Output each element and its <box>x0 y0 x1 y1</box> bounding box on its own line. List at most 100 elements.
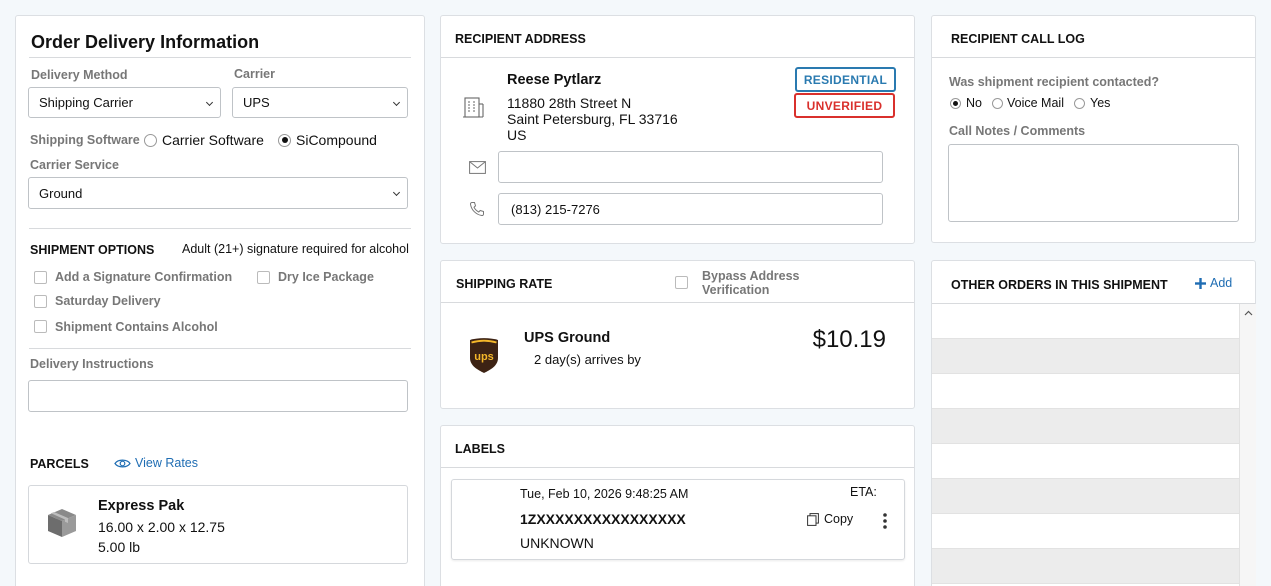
dry-ice-checkbox[interactable] <box>257 271 270 284</box>
chevron-up-icon[interactable] <box>1244 310 1253 316</box>
shipping-software-label: Shipping Software <box>30 133 140 147</box>
list-item[interactable] <box>932 409 1239 444</box>
parcel-dimensions: 16.00 x 2.00 x 12.75 <box>98 519 225 535</box>
list-item[interactable] <box>932 374 1239 409</box>
contacted-question: Was shipment recipient contacted? <box>949 75 1159 89</box>
delivery-instructions-input[interactable] <box>28 380 408 412</box>
delivery-instructions-label: Delivery Instructions <box>30 357 154 371</box>
list-item[interactable] <box>932 479 1239 514</box>
software-option-carrier[interactable]: Carrier Software <box>144 132 264 148</box>
radio-no[interactable] <box>950 97 961 109</box>
rate-price: $10.19 <box>812 326 886 353</box>
other-orders-panel: OTHER ORDERS IN THIS SHIPMENT Add <box>931 260 1256 586</box>
contacted-option-no[interactable]: No <box>950 96 982 110</box>
radio-carrier-software[interactable] <box>144 133 157 147</box>
copy-label: Copy <box>824 512 854 526</box>
contacted-option-yes[interactable]: Yes <box>1074 96 1110 110</box>
ups-logo-icon: ups <box>470 338 498 373</box>
software-option-sicompound-label: SiCompound <box>296 132 377 148</box>
recipient-street: 11880 28th Street N <box>507 95 632 111</box>
list-item[interactable] <box>932 304 1239 339</box>
radio-voice-mail[interactable] <box>992 97 1003 109</box>
carrier-service-select[interactable]: Ground <box>28 177 408 209</box>
recipient-address-panel: RECIPIENT ADDRESS Reese Pytlarz 11880 28… <box>440 15 915 244</box>
chevron-down-icon <box>392 188 401 197</box>
recipient-address-header: RECIPIENT ADDRESS <box>455 32 586 46</box>
alcohol-option-label: Shipment Contains Alcohol <box>55 320 218 334</box>
shipping-rate-panel: SHIPPING RATE Bypass Address Verificatio… <box>440 260 915 409</box>
divider <box>441 467 914 468</box>
labels-panel: LABELS Tue, Feb 10, 2026 9:48:25 AM ETA:… <box>440 425 915 586</box>
plus-icon <box>1195 277 1206 289</box>
parcel-card[interactable]: Express Pak 16.00 x 2.00 x 12.75 5.00 lb <box>28 485 408 564</box>
software-option-carrier-label: Carrier Software <box>162 132 264 148</box>
carrier-select[interactable]: UPS <box>232 87 408 118</box>
carrier-service-value: Ground <box>39 185 83 201</box>
residential-badge: RESIDENTIAL <box>795 67 896 92</box>
title-divider <box>29 57 411 58</box>
divider <box>932 57 1255 58</box>
contacted-option-yes-label: Yes <box>1090 96 1111 110</box>
eye-icon <box>114 459 131 467</box>
recipient-country: US <box>507 127 527 143</box>
label-eta: ETA: <box>850 485 877 499</box>
chevron-down-icon <box>205 98 214 106</box>
more-options-icon[interactable] <box>882 513 888 529</box>
divider <box>29 228 411 229</box>
view-rates-link[interactable]: View Rates <box>114 456 198 470</box>
signature-checkbox[interactable] <box>34 271 47 284</box>
divider <box>29 348 411 349</box>
bypass-verification-checkbox[interactable] <box>675 276 688 289</box>
scrollbar[interactable] <box>1239 304 1256 586</box>
copy-tracking-button[interactable]: Copy <box>807 512 853 526</box>
software-option-sicompound[interactable]: SiCompound <box>278 132 377 148</box>
email-field[interactable] <box>498 151 883 183</box>
view-rates-label: View Rates <box>135 456 198 470</box>
saturday-option-label: Saturday Delivery <box>55 294 161 308</box>
list-item[interactable] <box>932 514 1239 549</box>
call-log-panel: RECIPIENT CALL LOG Was shipment recipien… <box>931 15 1256 243</box>
alcohol-checkbox[interactable] <box>34 320 47 333</box>
list-item[interactable] <box>932 444 1239 479</box>
chevron-down-icon <box>392 98 401 106</box>
phone-icon <box>469 202 484 217</box>
parcel-weight: 5.00 lb <box>98 539 141 555</box>
divider <box>441 302 914 303</box>
parcels-header: PARCELS <box>30 457 89 471</box>
phone-value: (813) 215-7276 <box>511 201 600 217</box>
unverified-badge: UNVERIFIED <box>794 93 895 118</box>
contacted-option-no-label: No <box>966 96 982 110</box>
signature-option-label: Add a Signature Confirmation <box>55 270 233 284</box>
rate-transit-time: 2 day(s) arrives by <box>534 352 641 367</box>
label-tracking-number: 1ZXXXXXXXXXXXXXXXX <box>520 511 686 527</box>
contacted-option-voicemail-label: Voice Mail <box>1007 96 1064 110</box>
phone-field[interactable]: (813) 215-7276 <box>498 193 883 225</box>
package-box-icon <box>48 509 76 537</box>
delivery-method-value: Shipping Carrier <box>39 95 133 110</box>
bypass-label-line-2: Verification <box>702 283 770 297</box>
mail-icon <box>469 161 486 174</box>
contacted-option-voicemail[interactable]: Voice Mail <box>992 96 1064 110</box>
labels-header: LABELS <box>455 442 505 456</box>
other-orders-list <box>932 304 1239 586</box>
carrier-value: UPS <box>243 95 270 110</box>
list-item[interactable] <box>932 549 1239 584</box>
call-notes-label: Call Notes / Comments <box>949 124 1086 138</box>
delivery-method-select[interactable]: Shipping Carrier <box>28 87 221 118</box>
list-item[interactable] <box>932 339 1239 374</box>
radio-yes[interactable] <box>1074 97 1085 109</box>
add-order-button[interactable]: Add <box>1195 276 1232 290</box>
rate-service-name: UPS Ground <box>524 330 611 346</box>
dry-ice-option-label: Dry Ice Package <box>278 270 374 284</box>
page-title: Order Delivery Information <box>31 32 260 52</box>
label-card[interactable]: Tue, Feb 10, 2026 9:48:25 AM ETA: 1ZXXXX… <box>451 479 905 560</box>
divider <box>441 57 914 58</box>
order-delivery-panel: Order Delivery Information Delivery Meth… <box>15 15 425 586</box>
radio-sicompound[interactable] <box>278 133 291 147</box>
label-status: UNKNOWN <box>520 535 594 551</box>
call-notes-textarea[interactable] <box>948 144 1239 222</box>
saturday-checkbox[interactable] <box>34 295 47 308</box>
recipient-city-line: Saint Petersburg, FL 33716 <box>507 111 678 127</box>
call-log-header: RECIPIENT CALL LOG <box>951 32 1085 46</box>
shipping-rate-header: SHIPPING RATE <box>456 277 553 291</box>
